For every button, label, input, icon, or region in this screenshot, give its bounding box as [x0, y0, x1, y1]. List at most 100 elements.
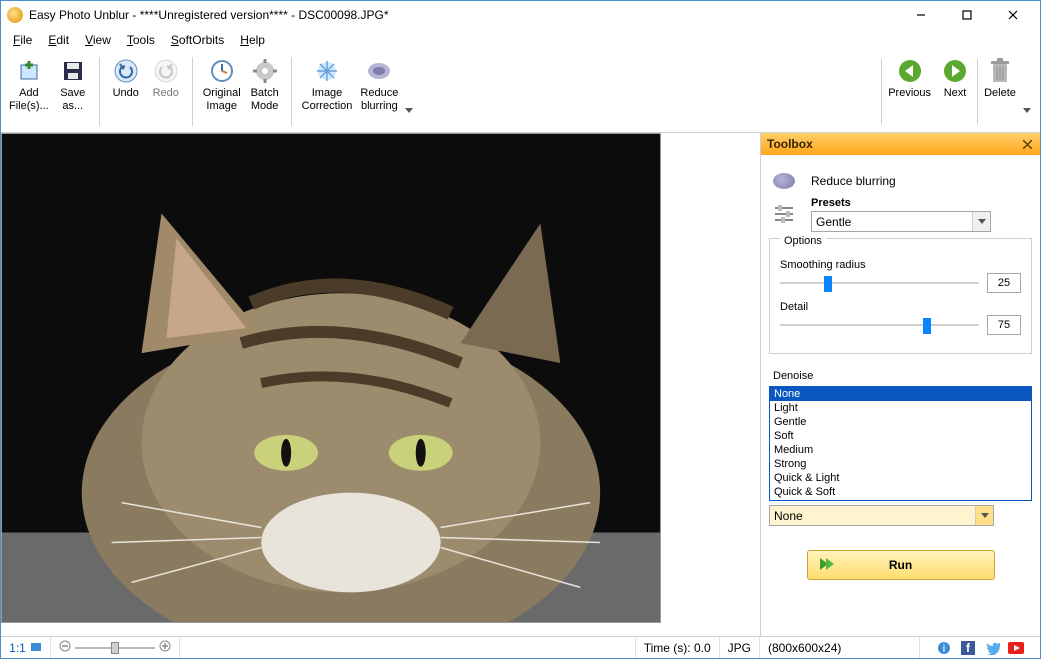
- menu-file[interactable]: FFileile: [5, 31, 40, 49]
- play-icon: [818, 556, 836, 575]
- zoom-in-icon[interactable]: [159, 640, 171, 655]
- add-files-button[interactable]: Add File(s)...: [5, 53, 53, 130]
- redo-button[interactable]: Redo: [146, 53, 186, 130]
- plus-icon: [15, 57, 43, 85]
- menu-bar: FFileile Edit View Tools SoftOrbits Help…: [1, 29, 1040, 51]
- sparkle-icon: [313, 57, 341, 85]
- menu-softorbits[interactable]: SoftOrbits: [163, 31, 232, 49]
- denoise-option-qstrong[interactable]: Quick & Strong: [770, 499, 1031, 501]
- previous-label: Previous: [888, 87, 931, 100]
- denoise-option-none[interactable]: None: [770, 387, 1031, 401]
- image-preview[interactable]: [1, 133, 661, 623]
- add-files-label: Add File(s)...: [9, 87, 49, 112]
- undo-label: Undo: [113, 87, 139, 100]
- undo-icon: [112, 57, 140, 85]
- toolbox-title: Toolbox: [767, 137, 813, 151]
- denoise-option-qsoft[interactable]: Quick & Soft: [770, 485, 1031, 499]
- trash-icon: [986, 57, 1014, 85]
- denoise-value: None: [774, 509, 803, 523]
- previous-button[interactable]: Previous: [884, 53, 935, 130]
- svg-text:i: i: [943, 641, 946, 655]
- menu-tools[interactable]: Tools: [119, 31, 163, 49]
- zoom-out-icon[interactable]: [59, 640, 71, 655]
- zoom-slider[interactable]: [75, 645, 155, 651]
- status-time: Time (s): 0.0: [636, 637, 720, 658]
- next-button[interactable]: Next: [935, 53, 975, 130]
- batch-mode-label: Batch Mode: [251, 87, 279, 112]
- delete-label: Delete: [984, 87, 1016, 100]
- status-bar: 1:1 Time (s): 0.0 JPG (800x600x24) i f: [1, 636, 1040, 658]
- facebook-icon[interactable]: f: [960, 640, 976, 656]
- status-spacer: [180, 637, 636, 658]
- maximize-button[interactable]: [944, 1, 990, 29]
- smoothing-value[interactable]: 25: [987, 273, 1021, 293]
- twitter-icon[interactable]: [984, 640, 1000, 656]
- smoothing-label: Smoothing radius: [780, 259, 1021, 271]
- arrow-right-icon: [941, 57, 969, 85]
- toolbar-right-dropdown[interactable]: [1020, 53, 1034, 130]
- menu-help[interactable]: Help: [232, 31, 273, 49]
- image-correction-button[interactable]: Image Correction: [298, 53, 357, 130]
- smoothing-slider[interactable]: [780, 276, 979, 290]
- status-dimensions: (800x600x24): [760, 637, 920, 658]
- presets-label: Presets: [811, 197, 1032, 209]
- chevron-down-icon: [404, 57, 414, 113]
- zoom-ratio[interactable]: 1:1: [1, 637, 51, 658]
- app-icon: [7, 7, 23, 23]
- toolbar: Add File(s)... Save as... Undo R: [1, 51, 1040, 133]
- minimize-button[interactable]: [898, 1, 944, 29]
- youtube-icon[interactable]: [1008, 640, 1024, 656]
- denoise-option-light[interactable]: Light: [770, 401, 1031, 415]
- sliders-icon: [773, 203, 795, 225]
- zoom-control[interactable]: [51, 637, 180, 658]
- workspace: Toolbox Reduce blurring Presets Gentle: [1, 133, 1040, 636]
- fit-icon: [30, 641, 42, 655]
- run-label: Run: [889, 558, 912, 572]
- info-icon[interactable]: i: [936, 640, 952, 656]
- denoise-option-medium[interactable]: Medium: [770, 443, 1031, 457]
- arrow-left-icon: [896, 57, 924, 85]
- close-button[interactable]: [990, 1, 1036, 29]
- clock-icon: [208, 57, 236, 85]
- detail-slider[interactable]: [780, 318, 979, 332]
- floppy-icon: [59, 57, 87, 85]
- chevron-down-icon: [975, 506, 993, 525]
- menu-edit[interactable]: Edit: [40, 31, 77, 49]
- gear-icon: [251, 57, 279, 85]
- batch-mode-button[interactable]: Batch Mode: [245, 53, 285, 130]
- next-label: Next: [944, 87, 967, 100]
- chevron-down-icon: [972, 212, 990, 231]
- menu-view[interactable]: View: [77, 31, 119, 49]
- denoise-option-soft[interactable]: Soft: [770, 429, 1031, 443]
- original-image-label: Original Image: [203, 87, 241, 112]
- undo-button[interactable]: Undo: [106, 53, 146, 130]
- title-bar: Easy Photo Unblur - ****Unregistered ver…: [1, 1, 1040, 29]
- original-image-button[interactable]: Original Image: [199, 53, 245, 130]
- canvas-area: [1, 133, 760, 636]
- run-button[interactable]: Run: [807, 550, 995, 580]
- window-title: Easy Photo Unblur - ****Unregistered ver…: [29, 8, 898, 22]
- denoise-option-gentle[interactable]: Gentle: [770, 415, 1031, 429]
- denoise-combo[interactable]: None: [769, 505, 994, 526]
- blur-icon: [773, 173, 795, 189]
- toolbox-panel: Toolbox Reduce blurring Presets Gentle: [760, 133, 1040, 636]
- reduce-blurring-button[interactable]: Reduce blurring: [356, 53, 402, 130]
- status-format: JPG: [720, 637, 760, 658]
- chevron-down-icon: [1022, 57, 1032, 113]
- detail-label: Detail: [780, 301, 1021, 313]
- detail-value[interactable]: 75: [987, 315, 1021, 335]
- image-correction-label: Image Correction: [302, 87, 353, 112]
- reduce-blurring-label: Reduce blurring: [360, 87, 398, 112]
- denoise-option-strong[interactable]: Strong: [770, 457, 1031, 471]
- save-as-button[interactable]: Save as...: [53, 53, 93, 130]
- delete-button[interactable]: Delete: [980, 53, 1020, 130]
- toolbox-close-button[interactable]: [1018, 135, 1036, 153]
- denoise-listbox[interactable]: None Light Gentle Soft Medium Strong Qui…: [769, 386, 1032, 501]
- presets-combo[interactable]: Gentle: [811, 211, 991, 232]
- presets-value: Gentle: [816, 215, 851, 229]
- toolbox-header: Toolbox: [761, 133, 1040, 155]
- denoise-option-qlight[interactable]: Quick & Light: [770, 471, 1031, 485]
- blur-icon: [365, 57, 393, 85]
- toolbar-dropdown[interactable]: [402, 53, 416, 130]
- redo-icon: [152, 57, 180, 85]
